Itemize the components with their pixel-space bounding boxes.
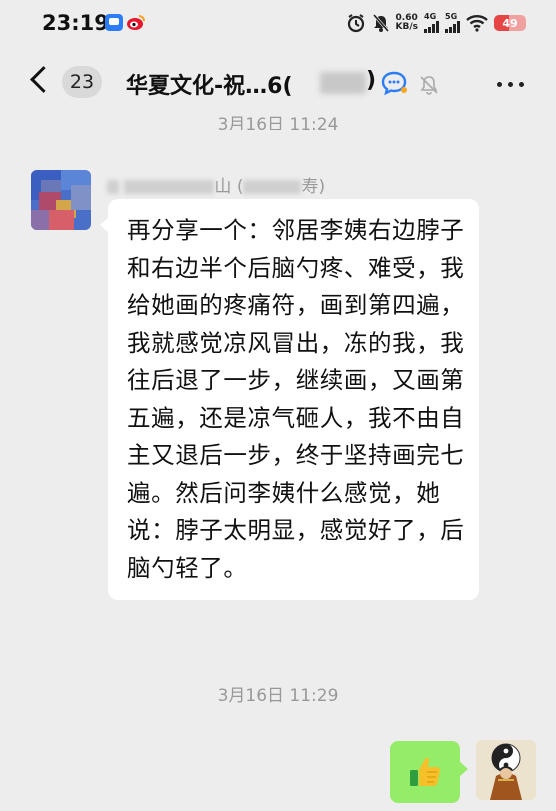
network-speed-unit: KB/s bbox=[395, 22, 418, 32]
signal-bars-icon bbox=[445, 21, 460, 33]
battery-level: 49 bbox=[502, 16, 518, 30]
timestamp: 3月16日 11:24 bbox=[217, 115, 339, 130]
sender-name-paren: ( bbox=[236, 177, 244, 197]
sender-name-suffix: 寿) bbox=[301, 177, 326, 197]
signal-4g: 4G bbox=[424, 13, 439, 33]
avatar-image bbox=[31, 170, 91, 230]
status-bar: 23:19 0.60 KB/s 4G 5G 49 bbox=[0, 0, 556, 46]
blurred-name-part bbox=[107, 180, 119, 194]
sender-name-visible: 山 bbox=[214, 177, 232, 197]
sender-avatar[interactable] bbox=[31, 170, 91, 230]
blurred-member-count bbox=[320, 72, 366, 94]
blurred-name-part bbox=[124, 180, 215, 194]
chat-header: 23 华夏文化-祝…6( ) bbox=[0, 48, 556, 118]
timestamp: 3月16日 11:29 bbox=[217, 686, 339, 706]
chat-bubble-icon[interactable] bbox=[380, 70, 410, 96]
signal-5g: 5G bbox=[445, 13, 460, 33]
incoming-message-bubble[interactable]: 再分享一个：邻居李姨右边脖子和右边半个后脑勺疼、难受，我给她画的疼痛符，画到第四… bbox=[100, 199, 479, 600]
chat-title[interactable]: 华夏文化-祝…6( bbox=[126, 68, 293, 100]
signal-bars-icon bbox=[424, 21, 439, 33]
chat-title-suffix: ) bbox=[366, 68, 377, 93]
thumbs-up-icon bbox=[410, 757, 441, 786]
message-app-icon bbox=[105, 14, 123, 31]
my-avatar[interactable] bbox=[476, 740, 536, 800]
status-indicators: 0.60 KB/s 4G 5G 49 bbox=[346, 10, 526, 36]
blurred-name-part bbox=[243, 180, 302, 194]
avatar-image bbox=[476, 740, 536, 800]
weibo-icon bbox=[127, 15, 145, 30]
signal-4g-label: 4G bbox=[424, 12, 437, 21]
muted-bell-icon[interactable] bbox=[418, 74, 440, 96]
more-options-icon[interactable] bbox=[497, 82, 524, 87]
outgoing-message-bubble[interactable] bbox=[390, 741, 468, 803]
alarm-icon bbox=[347, 14, 364, 33]
sender-name: 山 ( 寿) bbox=[107, 172, 325, 197]
status-time: 23:19 bbox=[42, 11, 109, 35]
unread-count-badge[interactable]: 23 bbox=[62, 66, 102, 98]
back-arrow-icon[interactable] bbox=[30, 66, 57, 93]
signal-5g-label: 5G bbox=[445, 12, 458, 21]
mute-notification-icon bbox=[372, 14, 389, 32]
battery-icon: 49 bbox=[494, 15, 526, 31]
network-speed: 0.60 KB/s bbox=[396, 14, 418, 32]
wifi-icon bbox=[466, 15, 488, 32]
